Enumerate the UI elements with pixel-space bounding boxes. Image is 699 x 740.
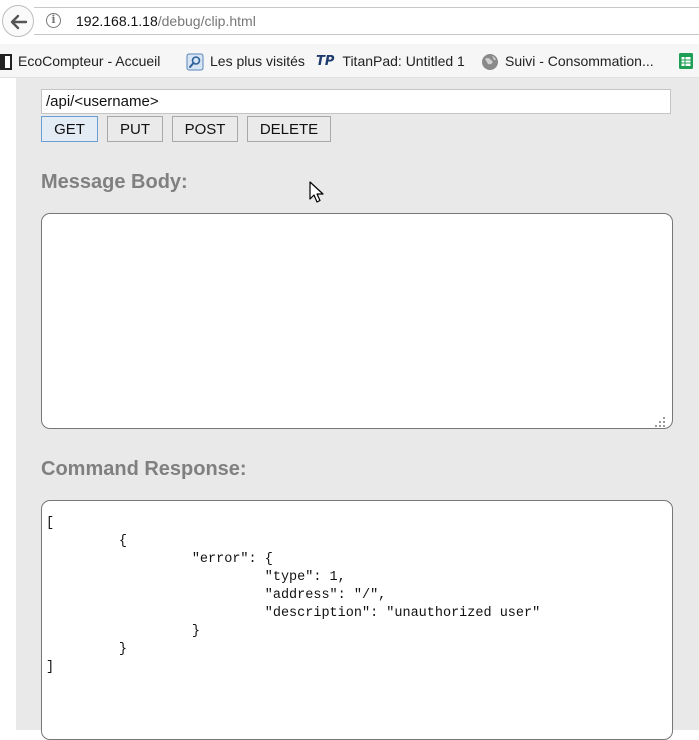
put-button[interactable]: PUT bbox=[107, 116, 163, 142]
site-info-icon[interactable]: i bbox=[46, 13, 61, 28]
globe-icon bbox=[482, 54, 498, 71]
url-path: /debug/clip.html bbox=[157, 13, 256, 29]
bookmark-label: Suivi - Consommation... bbox=[505, 53, 654, 69]
bookmark-most-visited[interactable]: Les plus visités bbox=[186, 52, 305, 71]
get-button[interactable]: GET bbox=[41, 116, 98, 142]
debug-clip-page: GET PUT POST DELETE Message Body: Comman… bbox=[16, 78, 699, 740]
delete-button[interactable]: DELETE bbox=[247, 116, 331, 142]
resize-grip-icon[interactable] bbox=[654, 416, 666, 428]
bookmark-label: Les plus visités bbox=[210, 53, 305, 69]
bookmark-ecocompteur[interactable]: EcoCompteur - Accueil bbox=[0, 52, 161, 71]
post-button[interactable]: POST bbox=[172, 116, 238, 142]
command-response-title: Command Response: bbox=[41, 458, 247, 480]
bookmarks-toolbar: EcoCompteur - Accueil Les plus visités T… bbox=[0, 44, 699, 78]
bookmark-label: TitanPad: Untitled 1 bbox=[342, 53, 465, 69]
bookmark-suivi[interactable]: Suivi - Consommation... bbox=[481, 52, 654, 71]
mouse-cursor-icon bbox=[309, 181, 324, 203]
command-response-output: [ { "error": { "type": 1, "address": "/"… bbox=[41, 500, 673, 740]
bookmark-sheets[interactable] bbox=[678, 52, 694, 70]
url-text[interactable]: 192.168.1.18/debug/clip.html bbox=[76, 13, 256, 29]
url-host: 192.168.1.18 bbox=[76, 13, 158, 29]
address-bar[interactable]: i 192.168.1.18/debug/clip.html bbox=[34, 7, 699, 35]
document-icon bbox=[0, 54, 12, 71]
search-icon bbox=[186, 53, 204, 71]
message-body-title: Message Body: bbox=[41, 171, 188, 193]
api-path-input[interactable] bbox=[41, 89, 671, 114]
titanpad-icon: TP bbox=[316, 54, 335, 70]
spreadsheet-icon bbox=[679, 53, 693, 69]
message-body-textarea[interactable] bbox=[41, 213, 673, 429]
browser-toolbar: i 192.168.1.18/debug/clip.html bbox=[0, 0, 699, 44]
back-arrow-icon bbox=[10, 14, 28, 30]
bookmark-label: EcoCompteur - Accueil bbox=[18, 53, 161, 69]
bookmark-titanpad[interactable]: TP TitanPad: Untitled 1 bbox=[316, 52, 465, 70]
back-button[interactable] bbox=[2, 5, 34, 37]
